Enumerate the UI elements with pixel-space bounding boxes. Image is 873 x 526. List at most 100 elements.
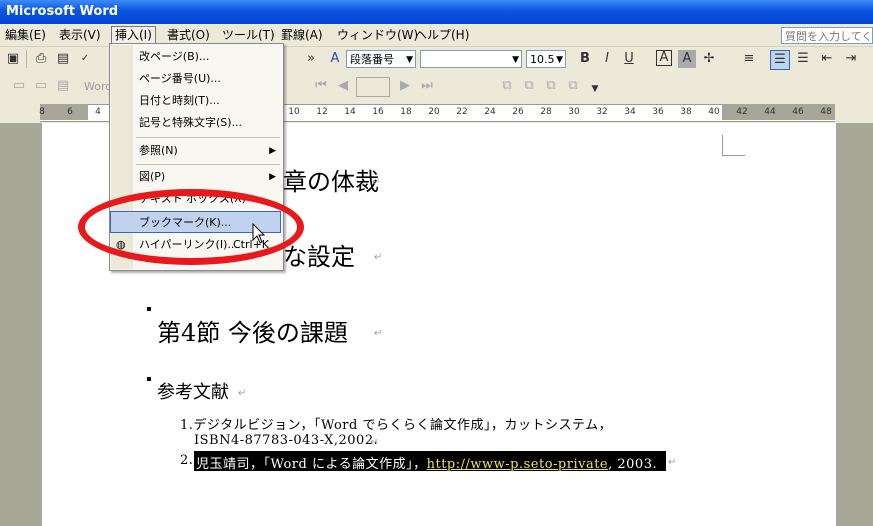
menu-format[interactable]: 書式(O): [164, 27, 213, 44]
italic-icon[interactable]: I: [598, 50, 616, 68]
merge-icon-4[interactable]: ⧉: [564, 77, 582, 95]
reference-2-link[interactable]: http://www-p.seto-private: [427, 457, 609, 472]
ruler-tick: 42: [736, 107, 748, 117]
increase-indent-icon[interactable]: ⇥: [842, 50, 860, 68]
print-icon[interactable]: ⎙: [32, 50, 50, 68]
styles-icon[interactable]: A: [326, 50, 344, 68]
ruler-tick: 24: [484, 107, 496, 117]
menu-item-label: 改ページ(B)...: [139, 50, 210, 63]
bullets-icon[interactable]: ☰: [794, 50, 812, 68]
annotation-ellipse: [78, 189, 304, 265]
mouse-cursor-icon: [252, 223, 266, 244]
title-bar: Microsoft Word: [0, 0, 873, 24]
record-input[interactable]: [356, 77, 390, 97]
margin-corner-mark: [722, 135, 745, 156]
heading-bullet: [147, 307, 151, 311]
menu-item-symbol[interactable]: 記号と特殊文字(S)...: [111, 112, 282, 134]
reference-2[interactable]: 児玉靖司，「Word による論文作成」，http://www-p.seto-pr…: [196, 453, 657, 472]
font-size-value: 10.5: [530, 53, 555, 66]
menu-item-label: 図(P): [139, 170, 166, 183]
ruler-tick: 28: [540, 107, 552, 117]
spellcheck-icon[interactable]: ✓: [76, 50, 94, 68]
ruler-tick: 34: [624, 107, 636, 117]
paragraph-mark: ↵: [238, 388, 247, 399]
menu-separator: [136, 164, 280, 165]
ruler-tick: 10: [288, 107, 300, 117]
paragraph-mark: ↵: [374, 252, 383, 263]
align-justify-icon[interactable]: ≡: [740, 50, 758, 68]
menu-tools[interactable]: ツール(T): [219, 27, 278, 44]
merge-icon-3[interactable]: ⧉: [542, 77, 560, 95]
ruler-tick: 14: [344, 107, 356, 117]
chevron-down-icon: ▼: [556, 55, 563, 65]
next-record-icon[interactable]: ▶: [396, 77, 414, 95]
underline-icon[interactable]: U: [620, 50, 638, 68]
ruler-tick: 4: [95, 107, 101, 117]
ruler-tick: 30: [568, 107, 580, 117]
ruler-tick: 26: [512, 107, 524, 117]
merge-icon-2[interactable]: ⧉: [520, 77, 538, 95]
ruler-tick: 40: [708, 107, 720, 117]
ruler-tick: 6: [67, 107, 73, 117]
last-record-icon[interactable]: ⏭: [418, 77, 436, 95]
menu-edit[interactable]: 編集(E): [2, 27, 49, 44]
chevron-down-icon: ▼: [406, 55, 413, 65]
paragraph-mark: ↵: [374, 328, 383, 339]
menu-item-reference[interactable]: 参照(N) ▶: [111, 140, 282, 162]
menu-item-label: 日付と時刻(T)...: [139, 94, 220, 107]
reference-2-number: 2.: [180, 453, 194, 468]
menu-table[interactable]: 罫線(A): [278, 27, 326, 44]
style-combo[interactable]: 段落番号 ▼: [346, 50, 416, 68]
reference-1-line2: ISBN4-87783-043-X,2002.: [194, 433, 379, 448]
menu-item-date-time[interactable]: 日付と時刻(T)...: [111, 90, 282, 112]
menu-item-label: ページ番号(U)...: [139, 72, 221, 85]
char-shading-icon[interactable]: A: [678, 50, 696, 68]
bold-icon[interactable]: B: [576, 50, 594, 68]
more-buttons-icon[interactable]: »: [302, 50, 320, 68]
font-combo[interactable]: ▼: [420, 50, 522, 68]
menu-item-label: 参照(N): [139, 144, 178, 157]
menu-help[interactable]: ヘルプ(H): [412, 27, 472, 44]
menu-item-picture[interactable]: 図(P) ▶: [111, 166, 282, 188]
merge-icon-1[interactable]: ⧉: [498, 77, 516, 95]
ruler-tick: 32: [596, 107, 608, 117]
ruler-tick: 16: [372, 107, 384, 117]
char-border-icon[interactable]: A: [656, 50, 672, 66]
window-title: Microsoft Word: [6, 4, 119, 19]
char-scale-icon[interactable]: ✢: [700, 50, 718, 68]
doc-icon[interactable]: ▭: [32, 77, 50, 95]
font-size-combo[interactable]: 10.5 ▼: [526, 50, 566, 68]
toolbar-options-icon[interactable]: ▼: [586, 80, 604, 98]
ruler-tick: 46: [792, 107, 804, 117]
permission-icon[interactable]: ▣: [4, 50, 22, 68]
ruler-tick: 38: [680, 107, 692, 117]
menu-item-page-break[interactable]: 改ページ(B)...: [111, 46, 282, 68]
heading-chapter-format: 章の体裁: [283, 168, 379, 196]
menu-item-page-number[interactable]: ページ番号(U)...: [111, 68, 282, 90]
ruler-tick: 36: [652, 107, 664, 117]
heading-section-4: 第4節 今後の課題: [157, 319, 348, 347]
help-search-input[interactable]: 質問を入力してくださ: [781, 27, 873, 44]
prev-record-icon[interactable]: ◀: [334, 77, 352, 95]
first-record-icon[interactable]: ⏮: [312, 77, 330, 95]
reference-2-text: 児玉靖司，「Word による論文作成」，: [196, 457, 427, 472]
chevron-down-icon: ▼: [512, 55, 519, 65]
decrease-indent-icon[interactable]: ⇤: [818, 50, 836, 68]
paragraph-mark: ↵: [668, 457, 677, 468]
new-doc-icon[interactable]: ▭: [10, 77, 28, 95]
menu-item-label: 記号と特殊文字(S)...: [139, 116, 243, 129]
numbering-icon[interactable]: ☰: [770, 50, 790, 70]
print-preview-icon[interactable]: ▤: [54, 50, 72, 68]
ruler-tick: 48: [820, 107, 832, 117]
heading-bullet: [147, 377, 151, 381]
paragraph-mark: ↵: [372, 177, 381, 188]
reference-2-tail: , 2003.: [608, 457, 658, 472]
menu-window[interactable]: ウィンドウ(W): [334, 27, 421, 44]
menu-view[interactable]: 表示(V): [56, 27, 104, 44]
doc-list-icon[interactable]: ▤: [54, 77, 72, 95]
ruler-tick: 8: [39, 107, 45, 117]
reference-1-line1: 1.デジタルビジョン，「Word でらくらく論文作成」，カットシステム，: [180, 418, 613, 433]
heading-references: 参考文献: [157, 382, 229, 403]
ruler-tick: 20: [428, 107, 440, 117]
paragraph-mark: ↵: [370, 437, 379, 448]
